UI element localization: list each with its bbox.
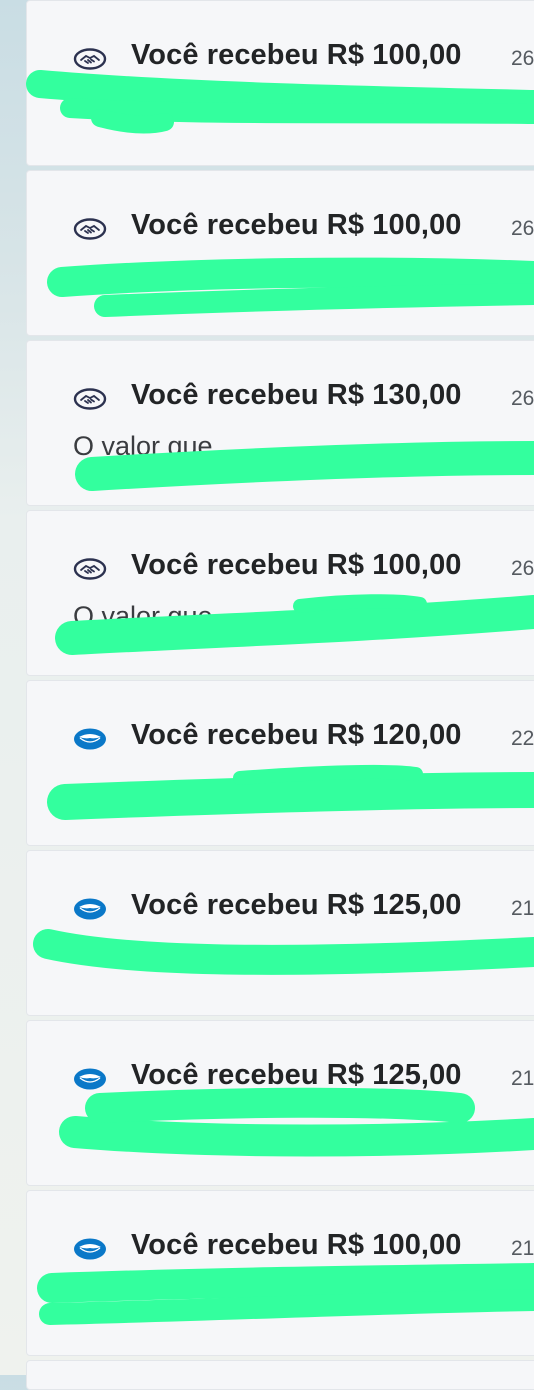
- handshake-icon: [73, 556, 107, 582]
- notification-description: O valor que: [73, 431, 213, 461]
- notification-title: Você recebeu R$ 125,00: [131, 889, 462, 921]
- mercadopago-icon: [73, 896, 107, 922]
- handshake-icon: [73, 46, 107, 72]
- notification-item[interactable]: Você recebeu R$ 125,00 21: [26, 850, 534, 1016]
- notification-item[interactable]: Você recebeu R$ 130,00 26 O valor que: [26, 340, 534, 506]
- notification-list: Você recebeu R$ 100,00 26 Você recebeu R…: [26, 0, 534, 1375]
- notification-description: O valor que: [73, 601, 213, 631]
- mercadopago-icon: [73, 1236, 107, 1262]
- notification-title: Você recebeu R$ 100,00: [131, 1229, 462, 1261]
- notification-item[interactable]: Você recebeu R$ 100,00 26: [26, 0, 534, 166]
- notification-title: Você recebeu R$ 100,00: [131, 549, 462, 581]
- handshake-icon: [73, 216, 107, 242]
- handshake-icon: [73, 386, 107, 412]
- notification-item[interactable]: Você recebeu R$ 125,00 21: [26, 1020, 534, 1186]
- notification-title: Você recebeu R$ 100,00: [131, 209, 462, 241]
- notification-item[interactable]: Você recebeu R$ 100,00 26 O valor que: [26, 510, 534, 676]
- notification-date: 26: [511, 217, 534, 240]
- notification-item[interactable]: Você recebeu R$ 100,00 21: [26, 1190, 534, 1356]
- notification-item[interactable]: Você recebeu R$ 120,00 22: [26, 680, 534, 846]
- notification-item-partial[interactable]: [26, 1360, 534, 1390]
- mercadopago-icon: [73, 726, 107, 752]
- notification-title: Você recebeu R$ 130,00: [131, 379, 462, 411]
- notification-title: Você recebeu R$ 100,00: [131, 39, 462, 71]
- notification-item[interactable]: Você recebeu R$ 100,00 26: [26, 170, 534, 336]
- notification-date: 26: [511, 387, 534, 410]
- notification-title: Você recebeu R$ 125,00: [131, 1059, 462, 1091]
- notification-date: 21: [511, 897, 534, 920]
- notification-date: 21: [511, 1237, 534, 1260]
- notification-date: 26: [511, 47, 534, 70]
- notification-date: 26: [511, 557, 534, 580]
- notification-title: Você recebeu R$ 120,00: [131, 719, 462, 751]
- mercadopago-icon: [73, 1066, 107, 1092]
- notification-date: 21: [511, 1067, 534, 1090]
- notification-date: 22: [511, 727, 534, 750]
